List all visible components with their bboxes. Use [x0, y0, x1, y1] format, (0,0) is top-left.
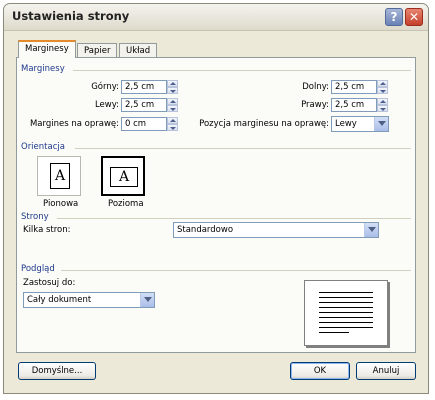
- spin-down-icon[interactable]: [167, 105, 178, 112]
- right-margin-label: Prawy:: [301, 100, 329, 110]
- default-button[interactable]: Domyślne...: [18, 362, 96, 380]
- preview-line: [319, 317, 373, 318]
- landscape-option[interactable]: A: [101, 156, 145, 196]
- apply-to-select[interactable]: Cały dokument: [23, 292, 155, 308]
- tab-paper-label: Papier: [84, 46, 111, 56]
- apply-to-value: Cały dokument: [27, 295, 92, 305]
- ok-button[interactable]: OK: [290, 362, 350, 380]
- preview-section-title: Podgląd: [21, 264, 55, 274]
- bottom-margin-input[interactable]: 2,5 cm: [331, 80, 377, 94]
- tab-margins-label: Marginesy: [25, 44, 69, 54]
- preview-line: [319, 327, 373, 328]
- left-margin-label: Lewy:: [94, 100, 119, 110]
- window-title: Ustawienia strony: [12, 9, 130, 23]
- left-margin-input[interactable]: 2,5 cm: [121, 98, 167, 112]
- bottom-margin-spinner[interactable]: [377, 80, 388, 94]
- spin-down-icon[interactable]: [377, 105, 388, 112]
- gutter-position-value: Lewy: [335, 119, 357, 129]
- preview-line: [319, 302, 373, 303]
- preview-line: [319, 307, 373, 308]
- tab-margins[interactable]: Marginesy: [18, 40, 76, 58]
- gutter-position-label: Pozycja marginesu na oprawę:: [199, 119, 329, 129]
- chevron-down-icon[interactable]: [364, 223, 378, 237]
- spin-up-icon[interactable]: [167, 98, 178, 105]
- divider: [61, 270, 411, 271]
- close-icon[interactable]: ✕: [405, 8, 423, 26]
- portrait-page-icon: A: [50, 163, 70, 189]
- portrait-label: Pionowa: [43, 199, 79, 209]
- divider: [75, 148, 411, 149]
- tab-layout-label: Układ: [126, 46, 151, 56]
- preview-line: [319, 292, 373, 293]
- chevron-down-icon[interactable]: [140, 293, 154, 307]
- preview-line: [319, 322, 373, 323]
- top-margin-label: Górny:: [91, 82, 119, 92]
- preview-line: [319, 312, 373, 313]
- right-margin-input[interactable]: 2,5 cm: [331, 98, 377, 112]
- spin-up-icon[interactable]: [377, 98, 388, 105]
- divider: [73, 70, 411, 71]
- portrait-option[interactable]: A: [37, 156, 81, 196]
- gutter-label: Margines na oprawę:: [29, 119, 119, 129]
- left-margin-spinner[interactable]: [167, 98, 178, 112]
- pages-section-title: Strony: [21, 212, 49, 222]
- cancel-button[interactable]: Anuluj: [356, 362, 416, 380]
- spin-up-icon[interactable]: [167, 80, 178, 87]
- multiple-pages-select[interactable]: Standardowo: [173, 222, 379, 238]
- right-margin-spinner[interactable]: [377, 98, 388, 112]
- orientation-section-title: Orientacja: [21, 142, 65, 152]
- tab-layout[interactable]: Układ: [119, 43, 158, 58]
- apply-to-label: Zastosuj do:: [23, 278, 76, 288]
- page-preview: [304, 280, 388, 346]
- title-bar[interactable]: Ustawienia strony ? ✕: [4, 4, 428, 31]
- help-icon[interactable]: ?: [385, 8, 403, 26]
- multiple-pages-label: Kilka stron:: [23, 225, 71, 235]
- spin-down-icon[interactable]: [167, 87, 178, 94]
- page-setup-dialog: Ustawienia strony ? ✕ Marginesy Papier U…: [3, 3, 429, 394]
- margins-section-title: Marginesy: [21, 64, 65, 74]
- top-margin-input[interactable]: 2,5 cm: [121, 80, 167, 94]
- spin-up-icon[interactable]: [377, 80, 388, 87]
- gutter-position-select[interactable]: Lewy: [331, 116, 389, 132]
- spin-down-icon[interactable]: [377, 87, 388, 94]
- bottom-margin-label: Dolny:: [302, 82, 329, 92]
- preview-line: [319, 297, 373, 298]
- gutter-input[interactable]: 0 cm: [121, 117, 167, 131]
- landscape-page-icon: A: [110, 167, 138, 187]
- tab-paper[interactable]: Papier: [77, 43, 118, 58]
- multiple-pages-value: Standardowo: [177, 225, 234, 235]
- preview-line: [319, 332, 349, 333]
- chevron-down-icon[interactable]: [374, 117, 388, 131]
- top-margin-spinner[interactable]: [167, 80, 178, 94]
- divider: [57, 218, 411, 219]
- landscape-label: Pozioma: [108, 199, 144, 209]
